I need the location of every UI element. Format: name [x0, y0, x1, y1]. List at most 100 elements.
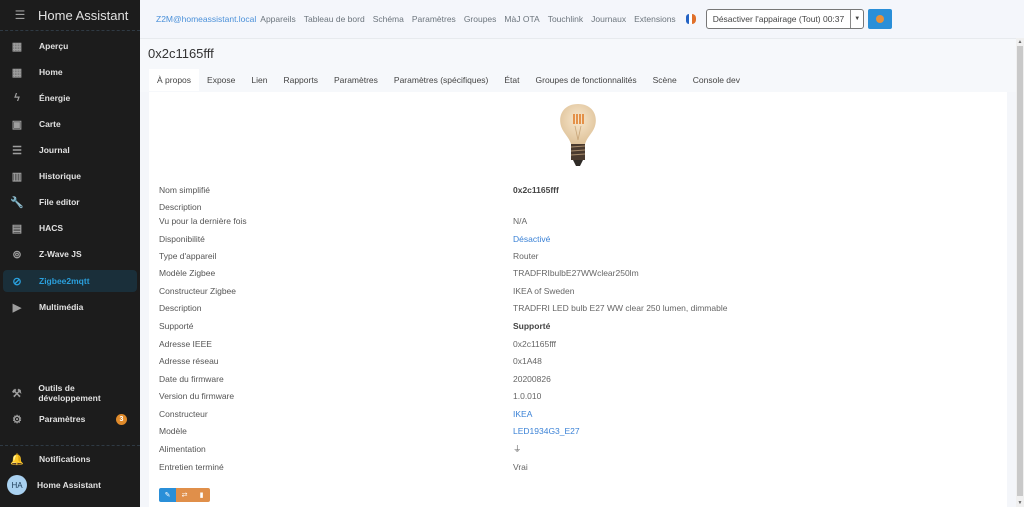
property-label: Description: [159, 303, 202, 313]
hacs-icon: ▤: [11, 222, 23, 235]
property-row: Constructeur IKEA: [159, 406, 999, 422]
property-label: Supporté: [159, 321, 194, 331]
tab-propos[interactable]: À propos: [149, 69, 200, 91]
property-label: Modèle: [159, 426, 187, 436]
property-value: Supporté: [513, 321, 551, 331]
sidebar-item-notifications[interactable]: 🔔 Notifications: [3, 448, 137, 470]
tab-rapports[interactable]: Rapports: [275, 69, 326, 91]
zigbee-icon: ⊘: [12, 275, 22, 288]
sidebar-item-label: Paramètres: [39, 414, 86, 424]
device-actions: ✎ ⇄ ▮: [159, 488, 210, 502]
sidebar-item-profile[interactable]: HA Home Assistant: [3, 474, 137, 496]
property-label: Modèle Zigbee: [159, 268, 216, 278]
nav-link-tableau-de-bord[interactable]: Tableau de bord: [304, 14, 365, 24]
property-row: Supporté Supporté: [159, 318, 999, 334]
sidebar-item-outils-de-d-veloppement[interactable]: ⚒ Outils de développement: [3, 382, 137, 404]
property-value: N/A: [513, 216, 528, 226]
property-value: 0x1A48: [513, 356, 542, 366]
property-value[interactable]: LED1934G3_E27: [513, 426, 580, 436]
list-icon: ☰: [12, 144, 22, 157]
trash-icon: ▮: [199, 492, 204, 499]
nav-link-groupes[interactable]: Groupes: [464, 14, 497, 24]
sidebar-item-carte[interactable]: ▣ Carte: [3, 113, 137, 135]
tab-lien[interactable]: Lien: [243, 69, 275, 91]
property-row: Type d'appareil Router: [159, 248, 999, 264]
brand-link[interactable]: Z2M@homeassistant.local: [156, 14, 256, 24]
property-value: IKEA of Sweden: [513, 286, 575, 296]
scrollbar[interactable]: ▲ ▼: [1016, 38, 1024, 507]
nav-link-param-tres[interactable]: Paramètres: [412, 14, 456, 24]
lightning-icon: ϟ: [14, 92, 20, 104]
sidebar-item-multim-dia[interactable]: ▶ Multimédia: [3, 296, 137, 318]
permit-join-button[interactable]: [868, 9, 893, 29]
sidebar-item-historique[interactable]: ▥ Historique: [3, 165, 137, 187]
sidebar-item-zigbee2mqtt[interactable]: ⊘ Zigbee2mqtt: [3, 270, 137, 292]
media-icon: ▶: [12, 301, 22, 314]
rename-button[interactable]: ⇄: [176, 488, 193, 502]
sidebar-item-journal[interactable]: ☰ Journal: [3, 139, 137, 161]
property-label: Constructeur: [159, 409, 208, 419]
property-value: Vrai: [513, 462, 528, 472]
nav-link-extensions[interactable]: Extensions: [634, 14, 676, 24]
permit-join-select[interactable]: Désactiver l'appairage (Tout) 00:37 ▼: [705, 9, 865, 29]
permit-join-label[interactable]: Désactiver l'appairage (Tout) 00:37: [707, 10, 852, 28]
property-row: Modèle LED1934G3_E27: [159, 423, 999, 439]
property-label: Type d'appareil: [159, 251, 217, 261]
sidebar-item--nergie[interactable]: ϟ Énergie: [3, 87, 137, 109]
sidebar-item-hacs[interactable]: ▤ HACS: [3, 217, 137, 239]
property-label: Date du firmware: [159, 374, 224, 384]
property-label: Version du firmware: [159, 391, 235, 401]
tab-sc-ne[interactable]: Scène: [645, 69, 685, 91]
property-row: Disponibilité Désactivé: [159, 231, 999, 247]
tab-param-tres[interactable]: Paramètres: [326, 69, 386, 91]
property-row: Nom simplifié 0x2c1165fff: [159, 182, 999, 198]
sidebar-item-label: Outils de développement: [38, 383, 101, 403]
app-title: Home Assistant: [38, 7, 129, 23]
property-value: TRADFRIbulbE27WWclear250lm: [513, 268, 639, 278]
tab-tat[interactable]: État: [496, 69, 527, 91]
tab-expose[interactable]: Expose: [199, 69, 243, 91]
nav-link-journaux[interactable]: Journaux: [591, 14, 626, 24]
property-row: Adresse IEEE 0x2c1165fff: [159, 336, 999, 352]
edit-button[interactable]: ✎: [159, 488, 176, 502]
chart-icon: ▥: [11, 170, 23, 183]
sidebar-item-param-tres[interactable]: ⚙ Paramètres 3: [3, 408, 137, 430]
menu-icon[interactable]: ☰: [0, 8, 40, 22]
tab-param-tres-sp-cifiques[interactable]: Paramètres (spécifiques): [386, 69, 496, 91]
nav-link-sch-ma[interactable]: Schéma: [373, 14, 404, 24]
property-label: Description: [159, 202, 202, 212]
tab-console-dev[interactable]: Console dev: [685, 69, 748, 91]
dashboard-icon: ▦: [11, 40, 23, 53]
sidebar-item-home[interactable]: ▦ Home: [3, 61, 137, 83]
nav-link-appareils[interactable]: Appareils: [260, 14, 295, 24]
sidebar-item-label: File editor: [39, 197, 80, 207]
sidebar-item-z-wave-js[interactable]: ⊚ Z-Wave JS: [3, 243, 137, 265]
sidebar-item-label: Zigbee2mqtt: [39, 276, 90, 286]
language-flag-icon[interactable]: [685, 14, 696, 24]
sidebar-item-label: Journal: [39, 145, 70, 155]
sidebar-item-label: HACS: [39, 223, 64, 233]
sidebar-item-file-editor[interactable]: 🔧 File editor: [3, 191, 137, 213]
nav-link-touchlink[interactable]: Touchlink: [548, 14, 583, 24]
property-value[interactable]: Désactivé: [513, 234, 550, 244]
scroll-up-icon[interactable]: ▲: [1016, 38, 1024, 46]
property-value: Router: [513, 251, 539, 261]
delete-button[interactable]: ▮: [193, 488, 210, 502]
property-row: Alimentation ⏚: [159, 441, 999, 457]
property-value: 0x2c1165fff: [513, 339, 557, 349]
scroll-down-icon[interactable]: ▼: [1016, 499, 1024, 507]
chevron-down-icon[interactable]: ▼: [851, 16, 863, 22]
sidebar-item-label: Z-Wave JS: [39, 249, 82, 259]
sidebar-divider: [0, 445, 140, 446]
tab-groupes-de-fonctionnalit-s[interactable]: Groupes de fonctionnalités: [528, 69, 645, 91]
property-value[interactable]: IKEA: [513, 409, 532, 419]
map-icon: ▣: [11, 118, 23, 131]
property-label: Adresse réseau: [159, 356, 219, 366]
sidebar: ☰ Home Assistant ▦ Aperçu ▦ Home ϟ Énergie ▣ Ca…: [0, 0, 140, 507]
sidebar-item-aper-u[interactable]: ▦ Aperçu: [3, 35, 137, 57]
status-dot-icon: [876, 15, 885, 23]
property-label: Entretien terminé: [159, 462, 224, 472]
property-label: Nom simplifié: [159, 185, 211, 195]
nav-link-m-j-ota[interactable]: MàJ OTA: [504, 14, 539, 24]
scroll-thumb[interactable]: [1017, 46, 1023, 496]
